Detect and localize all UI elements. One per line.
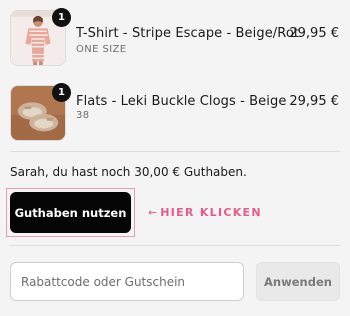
item-variant: 38 <box>76 110 90 121</box>
use-credit-button[interactable]: Guthaben nutzen <box>10 192 131 233</box>
cart-item: 1 T-Shirt - Stripe Escape - Beige/Rot ON… <box>0 0 350 70</box>
click-here-hint: ← HIER KLICKEN <box>148 206 262 219</box>
quantity-badge: 1 <box>52 83 71 102</box>
quantity-badge: 1 <box>52 8 71 27</box>
section-divider <box>10 245 340 246</box>
item-variant: ONE SIZE <box>76 44 127 55</box>
cart-item: 1 Flats - Leki Buckle Clogs - Beige 38 2… <box>0 75 350 145</box>
apply-discount-button[interactable]: Anwenden <box>256 262 340 301</box>
item-price: 29,95 € <box>289 26 339 41</box>
discount-code-input[interactable] <box>10 262 244 301</box>
item-title: Flats - Leki Buckle Clogs - Beige <box>76 94 287 109</box>
item-title: T-Shirt - Stripe Escape - Beige/Rot <box>76 26 300 41</box>
section-divider <box>10 151 340 152</box>
arrow-left-icon: ← <box>148 206 158 219</box>
item-price: 29,95 € <box>289 94 339 109</box>
hint-label: HIER KLICKEN <box>160 206 262 219</box>
credit-balance-message: Sarah, du hast noch 30,00 € Guthaben. <box>10 165 247 179</box>
